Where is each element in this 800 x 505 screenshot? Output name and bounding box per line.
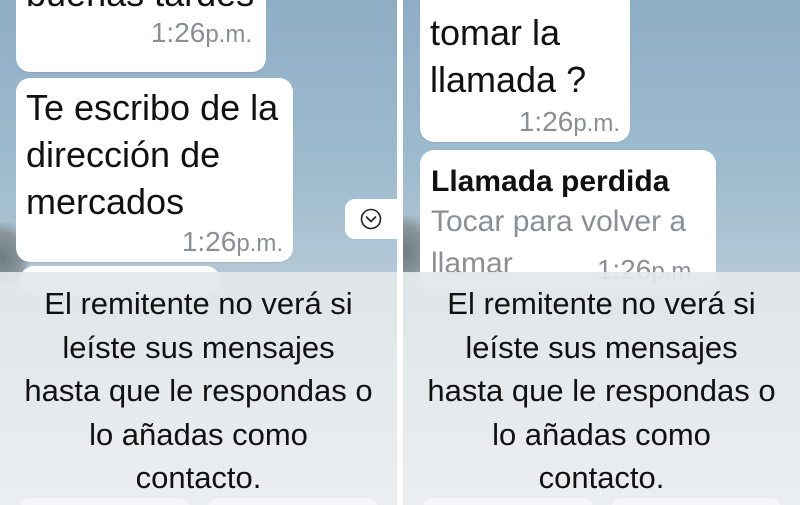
- message-text: buenas tardes: [26, 0, 254, 17]
- message-ampm: p.m.: [205, 21, 252, 48]
- message-timestamp: 1:26p.m.: [519, 106, 620, 138]
- missed-call-title: Llamada perdida: [431, 165, 670, 198]
- message-timestamp: 1:26p.m.: [182, 226, 283, 258]
- missed-call-bubble[interactable]: Llamada perdida Tocar para volver a llam…: [420, 150, 716, 290]
- message-text: Te escribo de la dirección de mercados: [26, 87, 279, 222]
- message-bubble[interactable]: tomar la llamada ? 1:26p.m.: [420, 0, 630, 142]
- action-button[interactable]: [20, 498, 190, 505]
- message-bubble[interactable]: buenas tardes 1:26p.m.: [16, 0, 266, 72]
- read-receipt-notice: El remitente no verá si leíste sus mensa…: [24, 286, 373, 495]
- chat-pane-right: tomar la llamada ? 1:26p.m. Llamada perd…: [403, 0, 800, 505]
- read-receipt-notice: El remitente no verá si leíste sus mensa…: [427, 286, 776, 495]
- action-button[interactable]: [208, 498, 378, 505]
- message-ampm: p.m.: [236, 230, 283, 257]
- message-text: tomar la llamada ?: [430, 12, 587, 100]
- message-ampm: p.m.: [573, 110, 620, 137]
- message-bubble[interactable]: Te escribo de la dirección de mercados 1…: [16, 78, 293, 262]
- message-time: 1:26: [150, 17, 206, 48]
- chat-pane-left: buenas tardes 1:26p.m. Te escribo de la …: [0, 0, 397, 505]
- message-time: 1:26: [181, 226, 237, 257]
- chevron-down-circle-icon: [360, 208, 382, 230]
- message-time: 1:26: [518, 106, 574, 137]
- action-button[interactable]: [611, 498, 781, 505]
- scroll-down-button[interactable]: [345, 199, 397, 239]
- message-timestamp: 1:26p.m.: [151, 17, 252, 49]
- action-button[interactable]: [423, 498, 593, 505]
